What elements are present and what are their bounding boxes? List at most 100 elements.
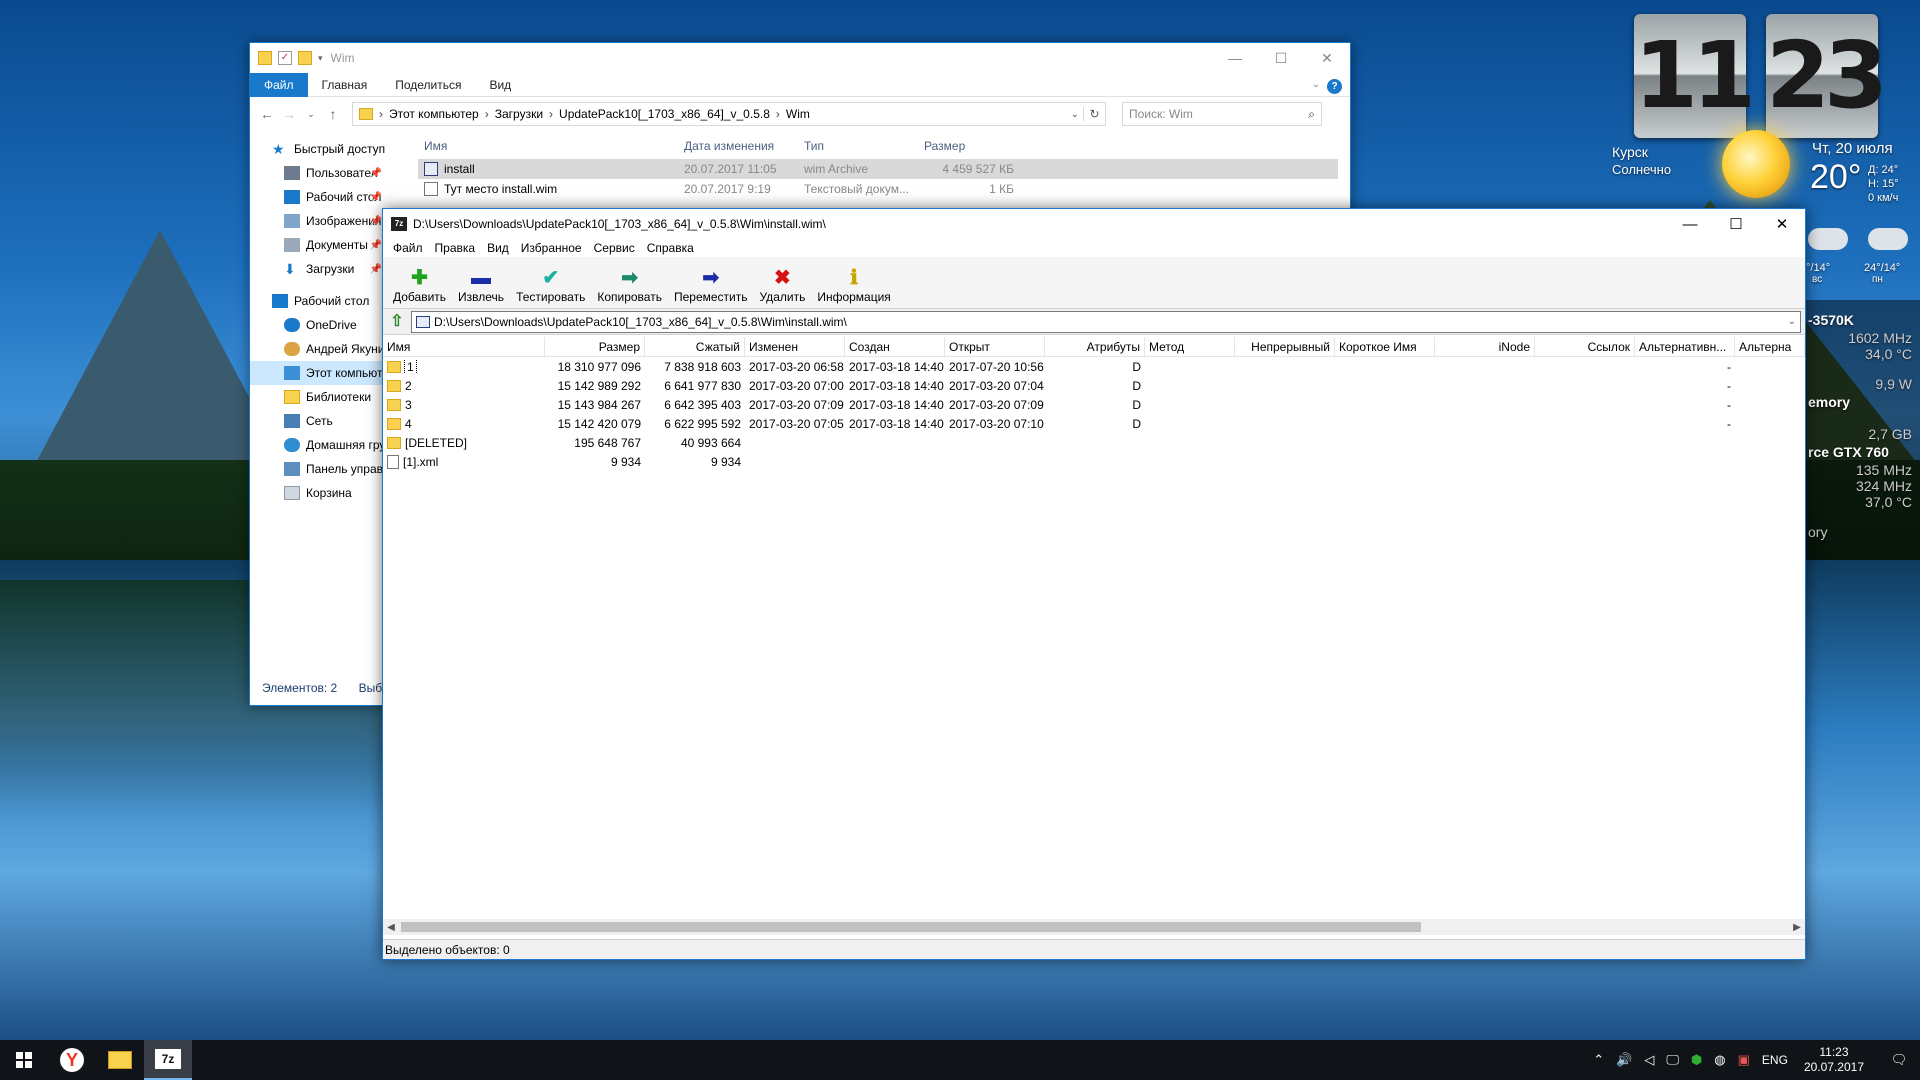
ribbon-expand-icon[interactable]: ⌄: [1312, 79, 1320, 90]
archive-row[interactable]: 4 15 142 420 079 6 622 995 592 2017-03-2…: [383, 414, 1805, 433]
column-name[interactable]: Имя: [383, 337, 545, 357]
tab-share[interactable]: Поделиться: [381, 73, 475, 97]
path-input[interactable]: D:\Users\Downloads\UpdatePack10[_1703_x8…: [411, 310, 1801, 333]
volume-icon[interactable]: 🔊: [1616, 1052, 1632, 1068]
add-button[interactable]: ✚ Добавить: [393, 266, 446, 304]
vpn-globe-icon[interactable]: ◍: [1714, 1052, 1725, 1068]
column-alternative[interactable]: Альтерна: [1735, 337, 1805, 357]
taskbar-file-explorer[interactable]: [96, 1040, 144, 1080]
address-dropdown-icon[interactable]: ⌄: [1071, 109, 1079, 120]
nav-item-documents[interactable]: Документы 📌: [250, 233, 386, 257]
scroll-left-icon[interactable]: ◀: [383, 922, 399, 933]
properties-icon[interactable]: ✓: [278, 51, 292, 65]
uk-flag-icon[interactable]: ▣: [1738, 1052, 1750, 1068]
move-button[interactable]: ➡ Переместить: [674, 266, 748, 304]
tab-home[interactable]: Главная: [308, 73, 382, 97]
taskbar-sevenzip[interactable]: 7z: [144, 1040, 192, 1080]
sevenzip-window[interactable]: 7z D:\Users\Downloads\UpdatePack10[_1703…: [382, 208, 1806, 960]
column-attributes[interactable]: Атрибуты: [1045, 337, 1145, 357]
breadcrumb-item[interactable]: Wim: [786, 107, 810, 121]
start-button[interactable]: [0, 1040, 48, 1080]
taskbar-clock[interactable]: 11:23 20.07.2017: [1804, 1045, 1864, 1075]
scroll-right-icon[interactable]: ▶: [1789, 922, 1805, 933]
quick-access-dropdown-icon[interactable]: ▾: [318, 53, 323, 64]
refresh-icon[interactable]: ↻: [1083, 107, 1105, 121]
up-arrow-icon[interactable]: ↑: [322, 106, 344, 122]
scroll-track[interactable]: [399, 919, 1789, 935]
archive-row[interactable]: 1 18 310 977 096 7 838 918 603 2017-03-2…: [383, 357, 1805, 376]
menu-file[interactable]: Файл: [387, 241, 429, 255]
column-method[interactable]: Метод: [1145, 337, 1235, 357]
recent-dropdown-icon[interactable]: ⌄: [300, 109, 322, 120]
menu-view[interactable]: Вид: [481, 241, 515, 255]
forward-arrow-icon[interactable]: →: [278, 106, 300, 122]
new-folder-icon[interactable]: [298, 51, 312, 65]
breadcrumb-separator-icon[interactable]: ›: [485, 107, 489, 121]
file-row[interactable]: install 20.07.2017 11:05 wim Archive 4 4…: [418, 159, 1338, 179]
menu-favorites[interactable]: Избранное: [515, 241, 588, 255]
file-row[interactable]: Тут место install.wim 20.07.2017 9:19 Те…: [418, 179, 1338, 199]
address-bar[interactable]: › Этот компьютер › Загрузки › UpdatePack…: [352, 102, 1106, 126]
menu-edit[interactable]: Правка: [429, 241, 482, 255]
back-arrow-icon[interactable]: ←: [256, 106, 278, 122]
up-folder-icon[interactable]: ⇧: [387, 312, 407, 332]
speaker-icon[interactable]: ◁: [1644, 1052, 1654, 1068]
nav-item-downloads[interactable]: ⬇ Загрузки 📌: [250, 257, 386, 281]
column-type[interactable]: Тип: [798, 139, 918, 153]
column-size[interactable]: Размер: [545, 337, 645, 357]
extract-button[interactable]: ▬ Извлечь: [458, 266, 504, 304]
column-size[interactable]: Размер: [918, 139, 1020, 153]
column-date[interactable]: Дата изменения: [678, 139, 798, 153]
archive-row[interactable]: 2 15 142 989 292 6 641 977 830 2017-03-2…: [383, 376, 1805, 395]
breadcrumb-separator-icon[interactable]: ›: [776, 107, 780, 121]
column-modified[interactable]: Изменен: [745, 337, 845, 357]
breadcrumb-item[interactable]: Загрузки: [495, 107, 543, 121]
tab-view[interactable]: Вид: [475, 73, 525, 97]
column-links[interactable]: Ссылок: [1535, 337, 1635, 357]
column-created[interactable]: Создан: [845, 337, 945, 357]
tab-file[interactable]: Файл: [250, 72, 308, 97]
nav-item-network[interactable]: Сеть: [250, 409, 386, 433]
nav-item-desktop-pinned[interactable]: Рабочий стол 📌: [250, 185, 386, 209]
column-short-name[interactable]: Короткое Имя: [1335, 337, 1435, 357]
explorer-titlebar[interactable]: ✓ ▾ Wim — ☐ ✕: [250, 43, 1350, 73]
column-inode[interactable]: iNode: [1435, 337, 1535, 357]
column-name[interactable]: Имя: [418, 139, 678, 153]
archive-row[interactable]: [DELETED] 195 648 767 40 993 664: [383, 433, 1805, 452]
network-icon[interactable]: 🖵: [1666, 1052, 1679, 1068]
archive-row[interactable]: 3 15 143 984 267 6 642 395 403 2017-03-2…: [383, 395, 1805, 414]
close-button[interactable]: ✕: [1304, 43, 1350, 73]
action-center-icon[interactable]: 🗨: [1884, 1052, 1914, 1068]
sevenzip-titlebar[interactable]: 7z D:\Users\Downloads\UpdatePack10[_1703…: [383, 209, 1805, 239]
column-accessed[interactable]: Открыт: [945, 337, 1045, 357]
nav-item-onedrive[interactable]: OneDrive: [250, 313, 386, 337]
nav-item-control-panel[interactable]: Панель управ: [250, 457, 386, 481]
nav-item-homegroup[interactable]: Домашняя гру: [250, 433, 386, 457]
security-shield-icon[interactable]: ⬢: [1691, 1052, 1702, 1068]
delete-button[interactable]: ✖ Удалить: [760, 266, 806, 304]
maximize-button[interactable]: ☐: [1713, 209, 1759, 239]
nav-item-desktop[interactable]: Рабочий стол: [250, 289, 386, 313]
close-button[interactable]: ✕: [1759, 209, 1805, 239]
minimize-button[interactable]: —: [1667, 209, 1713, 239]
column-solid[interactable]: Непрерывный: [1235, 337, 1335, 357]
copy-button[interactable]: ➡ Копировать: [597, 266, 662, 304]
breadcrumb-separator-icon[interactable]: ›: [549, 107, 553, 121]
scroll-thumb[interactable]: [401, 922, 1421, 932]
search-icon[interactable]: ⌕: [1308, 107, 1315, 122]
taskbar-yandex-browser[interactable]: Y: [48, 1040, 96, 1080]
breadcrumb-separator-icon[interactable]: ›: [379, 107, 383, 121]
nav-item-recycle-bin[interactable]: Корзина: [250, 481, 386, 505]
maximize-button[interactable]: ☐: [1258, 43, 1304, 73]
search-input[interactable]: Поиск: Wim ⌕: [1122, 102, 1322, 126]
path-dropdown-icon[interactable]: ⌄: [1788, 316, 1796, 327]
nav-item-user-profile[interactable]: Андрей Якуни: [250, 337, 386, 361]
nav-item-libraries[interactable]: Библиотеки: [250, 385, 386, 409]
show-hidden-icons-icon[interactable]: ⌃: [1593, 1052, 1604, 1068]
help-icon[interactable]: ?: [1327, 79, 1342, 94]
breadcrumb-item[interactable]: UpdatePack10[_1703_x86_64]_v_0.5.8: [559, 107, 770, 121]
nav-item-this-pc[interactable]: Этот компьют: [250, 361, 386, 385]
test-button[interactable]: ✔ Тестировать: [516, 266, 585, 304]
menu-tools[interactable]: Сервис: [588, 241, 641, 255]
horizontal-scrollbar[interactable]: ◀ ▶: [383, 919, 1805, 935]
